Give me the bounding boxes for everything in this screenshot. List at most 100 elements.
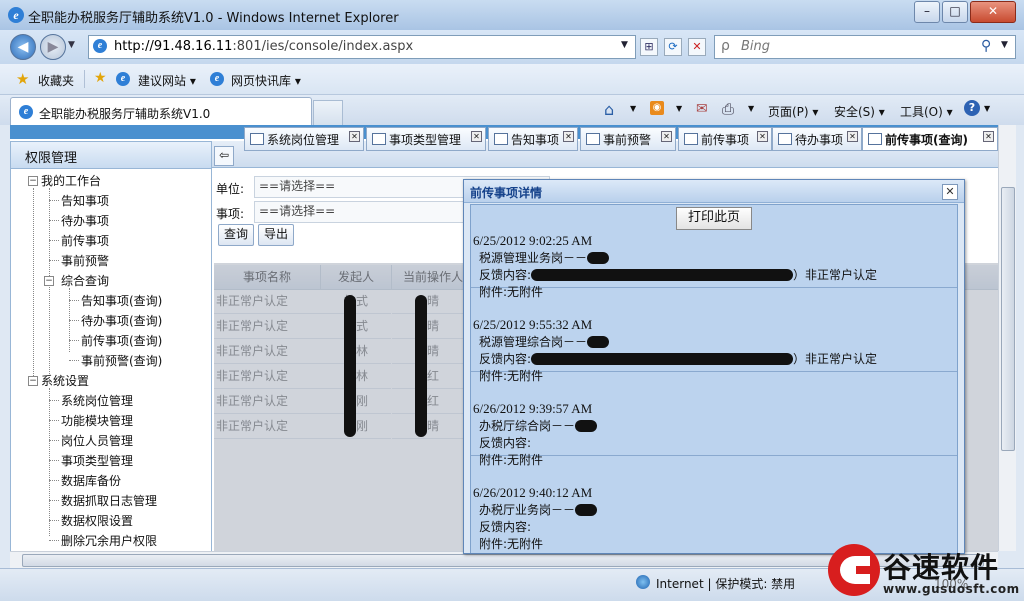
tree-item-warning-query[interactable]: 事前预警(查询) — [81, 352, 162, 369]
suggested-sites-link[interactable]: 建议网站 ▾ — [138, 72, 196, 89]
favorites-star-icon[interactable]: ★ — [16, 70, 29, 88]
search-dropdown-icon[interactable]: ▼ — [1001, 40, 1008, 50]
minimize-button[interactable]: – — [914, 1, 940, 23]
add-favorites-icon[interactable]: ★ — [94, 70, 107, 86]
tab-page-icon — [494, 133, 508, 145]
address-dropdown-icon[interactable]: ▼ — [621, 40, 628, 50]
watermark-brand: 谷速软件 — [883, 551, 1000, 584]
maximize-button[interactable]: □ — [942, 1, 968, 23]
print-dropdown-icon[interactable]: ▼ — [748, 104, 754, 113]
tab-notice[interactable]: 告知事项 ✕ — [488, 127, 578, 151]
tab-label: 前传事项(查询) — [885, 133, 968, 147]
tools-menu[interactable]: 工具(O) ▾ — [900, 103, 953, 120]
tree-item-warning[interactable]: 事前预警 — [61, 252, 109, 269]
tab-type-mgmt[interactable]: 事项类型管理 ✕ — [366, 127, 486, 151]
sidebar-header: 权限管理 — [11, 142, 211, 169]
back-icon[interactable]: ◀ — [10, 34, 36, 60]
tree-item-forwarded[interactable]: 前传事项 — [61, 232, 109, 249]
favorites-button[interactable]: 收藏夹 — [38, 72, 74, 89]
tree-connector — [49, 420, 59, 421]
help-icon[interactable]: ? — [964, 100, 980, 116]
address-bar[interactable]: e http://91.48.16.11:801/ies/console/ind… — [88, 35, 636, 59]
tab-todo[interactable]: 待办事项 ✕ — [772, 127, 862, 151]
tree-connector — [69, 360, 79, 361]
print-icon[interactable]: ⎙ — [722, 100, 734, 118]
help-dropdown-icon[interactable]: ▼ — [984, 104, 990, 113]
tab-close-icon[interactable]: ✕ — [471, 131, 482, 142]
tree-item-notice-query[interactable]: 告知事项(查询) — [81, 292, 162, 309]
tree-item-forwarded-query[interactable]: 前传事项(查询) — [81, 332, 162, 349]
tab-warning[interactable]: 事前预警 ✕ — [580, 127, 676, 151]
tab-close-icon[interactable]: ✕ — [349, 131, 360, 142]
forward-icon[interactable]: ▶ — [40, 34, 66, 60]
dialog-close-icon[interactable]: ✕ — [942, 184, 958, 200]
print-page-button[interactable]: 打印此页 — [676, 207, 752, 230]
tree-item-delete-redundant[interactable]: 删除冗余用户权限 — [61, 532, 157, 549]
rss-feed-icon[interactable]: ◉ — [650, 101, 664, 115]
entry-attachment: 附件:无附件 — [479, 453, 544, 467]
history-entry: 6/25/2012 9:55:32 AM 税源管理综合岗－－ 反馈内容: ）非正常… — [471, 317, 957, 383]
tree-item-post-mgmt[interactable]: 系统岗位管理 — [61, 392, 133, 409]
mail-icon[interactable]: ✉ — [696, 101, 708, 117]
tab-close-icon[interactable]: ✕ — [661, 131, 672, 142]
collapse-icon[interactable]: − — [44, 276, 54, 286]
tab-label: 待办事项 — [795, 133, 844, 147]
tab-post-mgmt[interactable]: 系统岗位管理 ✕ — [244, 127, 364, 151]
tree-item-staff-mgmt[interactable]: 岗位人员管理 — [61, 432, 133, 449]
tree-node-query[interactable]: 综合查询 — [61, 272, 109, 289]
tab-close-icon[interactable]: ✕ — [757, 131, 768, 142]
tab-close-icon[interactable]: ✕ — [563, 131, 574, 142]
tree-connector — [49, 480, 59, 481]
search-input[interactable]: ρ Bing ⚲ ▼ — [714, 35, 1016, 59]
safety-menu[interactable]: 安全(S) ▾ — [834, 103, 885, 120]
collapse-icon[interactable]: − — [28, 376, 38, 386]
web-slice-gallery-link[interactable]: 网页快讯库 ▾ — [231, 72, 301, 89]
tree-item-module-mgmt[interactable]: 功能模块管理 — [61, 412, 133, 429]
tree-item-type-mgmt[interactable]: 事项类型管理 — [61, 452, 133, 469]
feed-dropdown-icon[interactable]: ▼ — [676, 104, 682, 113]
tab-close-icon[interactable]: ✕ — [847, 131, 858, 142]
dialog-body: 打印此页 6/25/2012 9:02:25 AM 税源管理业务岗－－ 反馈内容… — [470, 204, 958, 553]
tab-forwarded[interactable]: 前传事项 ✕ — [678, 127, 772, 151]
tree-item-log-mgmt[interactable]: 数据抓取日志管理 — [61, 492, 157, 509]
close-window-button[interactable]: ✕ — [970, 1, 1016, 23]
home-icon[interactable]: ⌂ — [604, 100, 614, 119]
search-icon[interactable]: ⚲ — [981, 38, 991, 54]
tree-connector — [49, 460, 59, 461]
page-menu[interactable]: 页面(P) ▾ — [768, 103, 818, 120]
new-tab-button[interactable] — [313, 100, 343, 125]
scroll-thumb[interactable] — [1001, 187, 1015, 451]
address-toolbar: ◀ ▶ ▼ e http://91.48.16.11:801/ies/conso… — [0, 30, 1024, 64]
tree-item-todo-query[interactable]: 待办事项(查询) — [81, 312, 162, 329]
home-dropdown-icon[interactable]: ▼ — [630, 104, 636, 113]
tree-node-workbench[interactable]: 我的工作台 — [41, 172, 101, 189]
tree-connector — [49, 520, 59, 521]
history-entry: 6/25/2012 9:02:25 AM 税源管理业务岗－－ 反馈内容: ）非正常… — [471, 233, 957, 299]
tab-forwarded-query[interactable]: 前传事项(查询) ✕ — [862, 127, 998, 151]
tree-node-settings[interactable]: 系统设置 — [41, 372, 89, 389]
web-slice-icon: e — [210, 72, 224, 86]
entry-feedback: 反馈内容: — [479, 436, 532, 450]
redaction-mark — [415, 295, 427, 437]
browser-tab[interactable]: e 全职能办税服务厅辅助系统V1.0 — [10, 97, 312, 126]
tab-close-icon[interactable]: ✕ — [983, 131, 994, 142]
tab-scroll-left-icon[interactable]: ⇦ — [214, 146, 234, 166]
dialog-titlebar[interactable]: 前传事项详情 ✕ — [464, 180, 964, 203]
tree-item-db-backup[interactable]: 数据库备份 — [61, 472, 121, 489]
tab-label: 系统岗位管理 — [267, 133, 340, 147]
entry-feedback: 反馈内容: ）非正常户认定 — [479, 352, 878, 366]
compatibility-view-icon[interactable]: ⊞ — [640, 38, 658, 56]
query-button[interactable]: 查询 — [218, 224, 254, 246]
tree-item-notice[interactable]: 告知事项 — [61, 192, 109, 209]
history-dropdown-icon[interactable]: ▼ — [68, 40, 75, 50]
tree-connector — [69, 300, 79, 301]
vertical-scrollbar[interactable] — [998, 125, 1016, 551]
collapse-icon[interactable]: − — [28, 176, 38, 186]
tree-item-todo[interactable]: 待办事项 — [61, 212, 109, 229]
security-zone-text[interactable]: Internet | 保护模式: 禁用 — [656, 575, 795, 592]
stop-icon[interactable]: ✕ — [688, 38, 706, 56]
export-button[interactable]: 导出 — [258, 224, 294, 246]
tab-icon: e — [19, 105, 33, 119]
tree-item-data-permission[interactable]: 数据权限设置 — [61, 512, 133, 529]
refresh-icon[interactable]: ⟳ — [664, 38, 682, 56]
